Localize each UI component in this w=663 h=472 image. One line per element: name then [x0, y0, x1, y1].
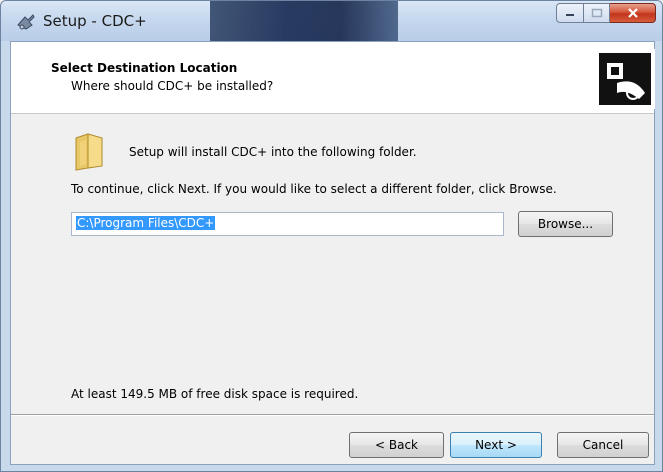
close-button[interactable] — [610, 3, 656, 23]
back-button[interactable]: < Back — [349, 432, 444, 458]
wizard-client-area: Select Destination Location Where should… — [10, 41, 655, 465]
setup-app-icon — [17, 14, 35, 30]
minimize-icon — [566, 14, 574, 16]
cancel-button[interactable]: Cancel — [557, 432, 649, 458]
title-bar[interactable]: Setup - CDC+ — [1, 1, 662, 41]
destination-path-value: C:\Program Files\CDC+ — [76, 216, 216, 230]
window-title: Setup - CDC+ — [43, 12, 147, 30]
instructions-text: To continue, click Next. If you would li… — [71, 182, 557, 196]
installer-logo-icon — [595, 49, 655, 109]
next-button[interactable]: Next > — [450, 432, 542, 458]
maximize-icon — [591, 8, 602, 18]
title-bar-overlay — [210, 1, 398, 41]
folder-icon — [75, 133, 103, 171]
maximize-button[interactable] — [584, 3, 610, 23]
install-location-text: Setup will install CDC+ into the followi… — [129, 145, 417, 159]
disk-space-text: At least 149.5 MB of free disk space is … — [71, 387, 359, 401]
close-icon — [627, 8, 638, 18]
setup-window: Setup - CDC+ Select Destination Location… — [0, 0, 663, 472]
minimize-button[interactable] — [556, 3, 584, 23]
page-title: Select Destination Location — [51, 61, 238, 75]
destination-path-input[interactable]: C:\Program Files\CDC+ — [71, 212, 504, 236]
footer-divider — [11, 414, 654, 416]
wizard-header: Select Destination Location Where should… — [11, 42, 655, 114]
page-subtitle: Where should CDC+ be installed? — [71, 79, 274, 93]
browse-button[interactable]: Browse... — [518, 211, 613, 237]
